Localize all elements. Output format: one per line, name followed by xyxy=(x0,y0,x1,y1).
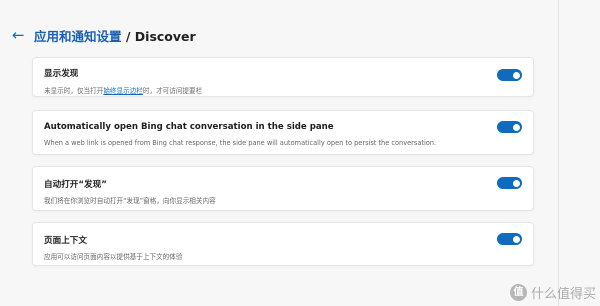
scroll-region-divider xyxy=(558,0,559,306)
desc-text: 未显示时，仅当打开 xyxy=(44,87,104,95)
page-title-separator: / xyxy=(121,28,135,44)
auto-open-discover-toggle[interactable] xyxy=(497,177,522,189)
setting-title: 页面上下文 xyxy=(44,236,87,246)
setting-description: 未显示时，仅当打开始终显示边栏时，才可访问提要栏 xyxy=(44,85,202,95)
watermark-logo-icon: 值 xyxy=(509,284,527,301)
bing-chat-side-pane-toggle[interactable] xyxy=(497,121,522,133)
watermark-text: 什么值得买 xyxy=(530,287,596,302)
setting-title: 自动打开“发现” xyxy=(44,180,107,190)
page-title-current: Discover xyxy=(134,28,196,44)
setting-title: 显示发现 xyxy=(44,69,79,79)
watermark: 值 什么值得买 xyxy=(509,283,596,302)
always-show-sidebar-link[interactable]: 始终显示边栏 xyxy=(103,87,143,95)
show-discover-toggle[interactable] xyxy=(497,69,522,81)
setting-card-show-discover: 显示发现 未显示时，仅当打开始终显示边栏时，才可访问提要栏 xyxy=(32,57,534,97)
setting-description: When a web link is opened from Bing chat… xyxy=(44,139,437,147)
toggle-knob xyxy=(512,123,520,131)
page-header: ← 应用和通知设置 / Discover xyxy=(12,24,196,46)
page-title-breadcrumb[interactable]: 应用和通知设置 xyxy=(34,29,122,44)
setting-description: 应用可以访问页面内容以提供基于上下文的体验 xyxy=(44,253,183,261)
setting-card-auto-open-discover: 自动打开“发现” 我们将在你浏览时自动打开“发现”窗格，向你显示相关内容 xyxy=(32,166,534,211)
toggle-knob xyxy=(512,71,520,79)
page-title: 应用和通知设置 / Discover xyxy=(34,26,196,45)
setting-card-page-context: 页面上下文 应用可以访问页面内容以提供基于上下文的体验 xyxy=(32,222,534,266)
back-arrow-icon[interactable]: ← xyxy=(12,26,30,44)
setting-card-bing-chat-side-pane: Automatically open Bing chat conversatio… xyxy=(32,110,534,155)
page-context-toggle[interactable] xyxy=(497,233,522,245)
toggle-knob xyxy=(512,179,520,187)
setting-title: Automatically open Bing chat conversatio… xyxy=(44,122,334,132)
toggle-knob xyxy=(512,235,520,243)
desc-text: 时，才可访问提要栏 xyxy=(142,87,203,95)
setting-description: 我们将在你浏览时自动打开“发现”窗格，向你显示相关内容 xyxy=(44,197,216,205)
